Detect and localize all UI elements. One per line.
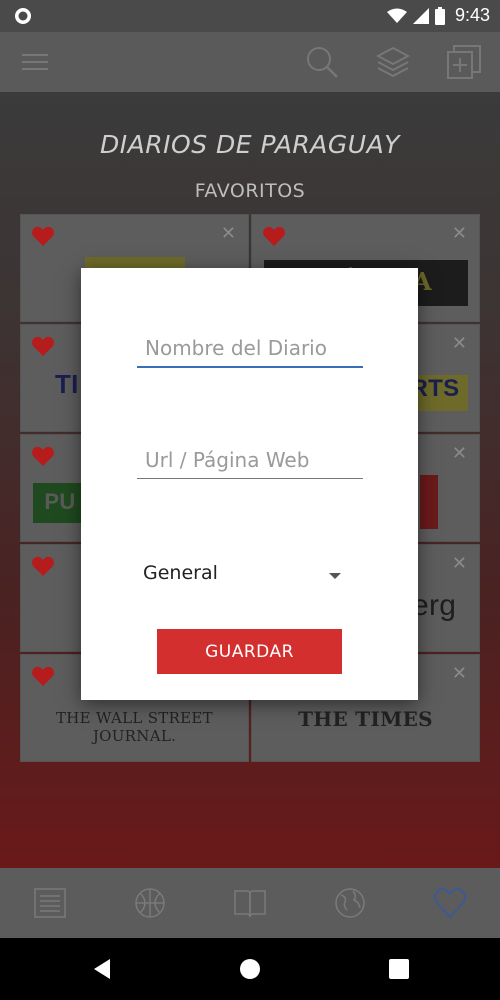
page-title: DIARIOS DE PARAGUAY xyxy=(100,130,400,159)
signal-icon xyxy=(412,7,429,24)
sports-ball-icon[interactable] xyxy=(133,886,167,920)
section-subtitle: FAVORITOS xyxy=(194,180,306,202)
dropdown-arrow-icon xyxy=(329,573,341,579)
app-toolbar xyxy=(0,32,500,92)
battery-icon xyxy=(434,6,445,25)
category-selected-value: General xyxy=(143,562,218,584)
system-navigation-bar xyxy=(0,938,500,1000)
url-field[interactable] xyxy=(137,448,371,479)
add-newspaper-icon[interactable] xyxy=(444,42,484,82)
newspaper-logo-text: PU xyxy=(44,489,76,514)
name-field[interactable] xyxy=(137,336,371,368)
close-icon[interactable]: ✕ xyxy=(221,223,236,244)
newspaper-logo-text: THE WALL STREET JOURNAL. xyxy=(56,709,213,745)
status-time: 9:43 xyxy=(454,5,490,25)
heart-icon[interactable] xyxy=(262,225,286,247)
heart-icon[interactable] xyxy=(31,225,55,247)
close-icon[interactable]: ✕ xyxy=(452,223,467,244)
recents-icon[interactable] xyxy=(389,959,409,979)
notification-icon xyxy=(15,8,31,24)
menu-icon[interactable] xyxy=(16,42,56,82)
book-icon[interactable] xyxy=(233,886,267,920)
home-icon[interactable] xyxy=(239,958,261,980)
url-input[interactable] xyxy=(137,448,371,478)
name-input[interactable] xyxy=(137,336,371,366)
status-icons: 9:43 xyxy=(386,5,490,26)
favorites-heart-icon[interactable] xyxy=(433,886,467,920)
heart-icon[interactable] xyxy=(31,445,55,467)
heart-icon[interactable] xyxy=(31,335,55,357)
close-icon[interactable]: ✕ xyxy=(452,663,467,684)
close-icon[interactable]: ✕ xyxy=(452,333,467,354)
layers-icon[interactable] xyxy=(373,42,413,82)
close-icon[interactable]: ✕ xyxy=(452,553,467,574)
bottom-navigation xyxy=(0,868,500,938)
news-list-icon[interactable] xyxy=(33,886,67,920)
add-newspaper-dialog: General GUARDAR xyxy=(81,268,418,700)
newspaper-logo xyxy=(420,475,438,529)
newspaper-logo-text: TI xyxy=(55,369,79,399)
newspaper-logo-text: erg xyxy=(412,589,457,622)
search-icon[interactable] xyxy=(302,42,342,82)
back-icon[interactable] xyxy=(92,958,112,980)
heart-icon[interactable] xyxy=(31,665,55,687)
globe-icon[interactable] xyxy=(333,886,367,920)
close-icon[interactable]: ✕ xyxy=(452,443,467,464)
status-bar: 9:43 xyxy=(0,0,500,32)
heart-icon[interactable] xyxy=(31,555,55,577)
category-select[interactable]: General xyxy=(137,560,363,592)
newspaper-logo-text: THE TIMES xyxy=(298,707,433,731)
save-button[interactable]: GUARDAR xyxy=(157,629,342,674)
wifi-icon xyxy=(386,8,407,23)
